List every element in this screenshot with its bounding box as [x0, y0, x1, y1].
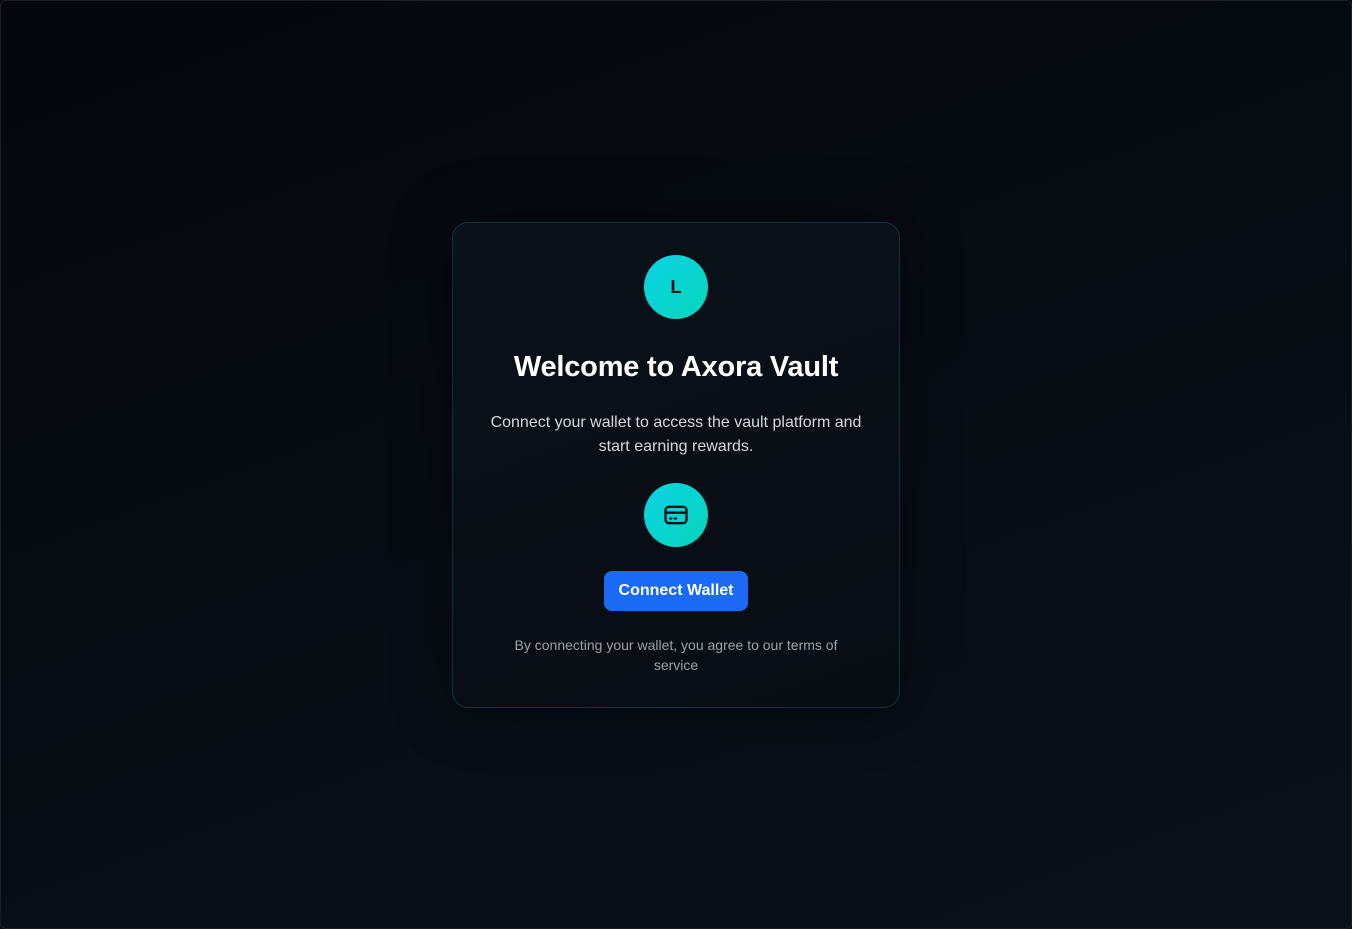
page-subtitle: Connect your wallet to access the vault … — [490, 414, 862, 455]
connect-wallet-card: L Welcome to Axora Vault Connect your wa… — [452, 222, 900, 708]
connect-wallet-button[interactable]: Connect Wallet — [604, 571, 748, 611]
page-title: Welcome to Axora Vault — [513, 351, 839, 383]
brand-logo-letter: L — [670, 276, 682, 297]
brand-logo: L — [644, 255, 708, 319]
terms-notice: By connecting your wallet, you agree to … — [514, 637, 838, 673]
wallet-card-icon — [644, 483, 708, 547]
